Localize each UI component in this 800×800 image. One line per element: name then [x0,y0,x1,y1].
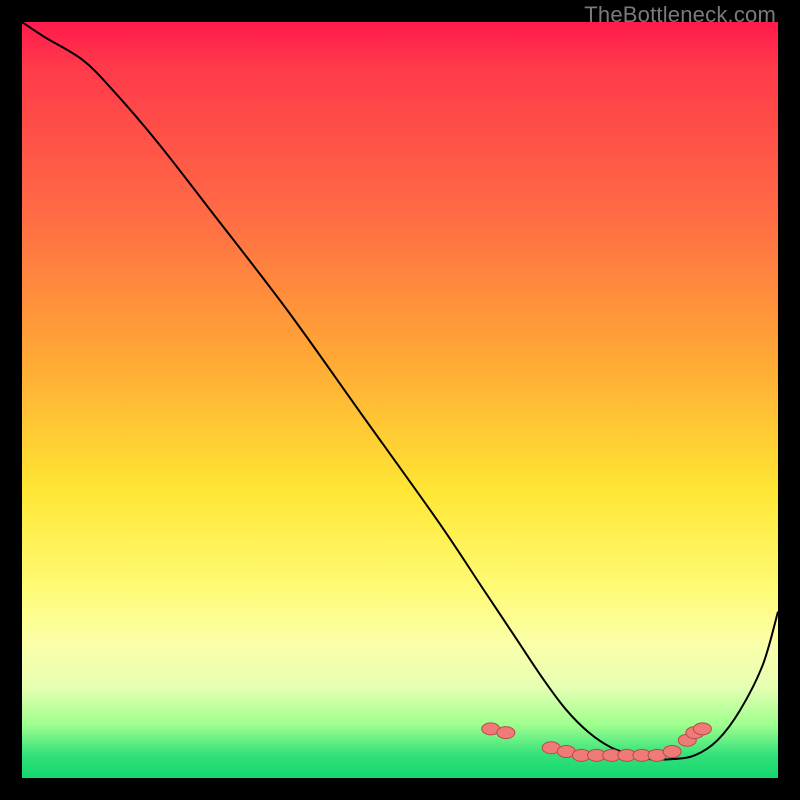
bottleneck-curve [22,22,778,760]
marker-dot [663,746,681,758]
marker-dot [693,723,711,735]
chart-svg [22,22,778,778]
watermark-text: TheBottleneck.com [584,2,776,28]
highlight-markers [482,723,712,761]
chart-frame: TheBottleneck.com [0,0,800,800]
marker-dot [497,727,515,739]
chart-plot-area [22,22,778,778]
